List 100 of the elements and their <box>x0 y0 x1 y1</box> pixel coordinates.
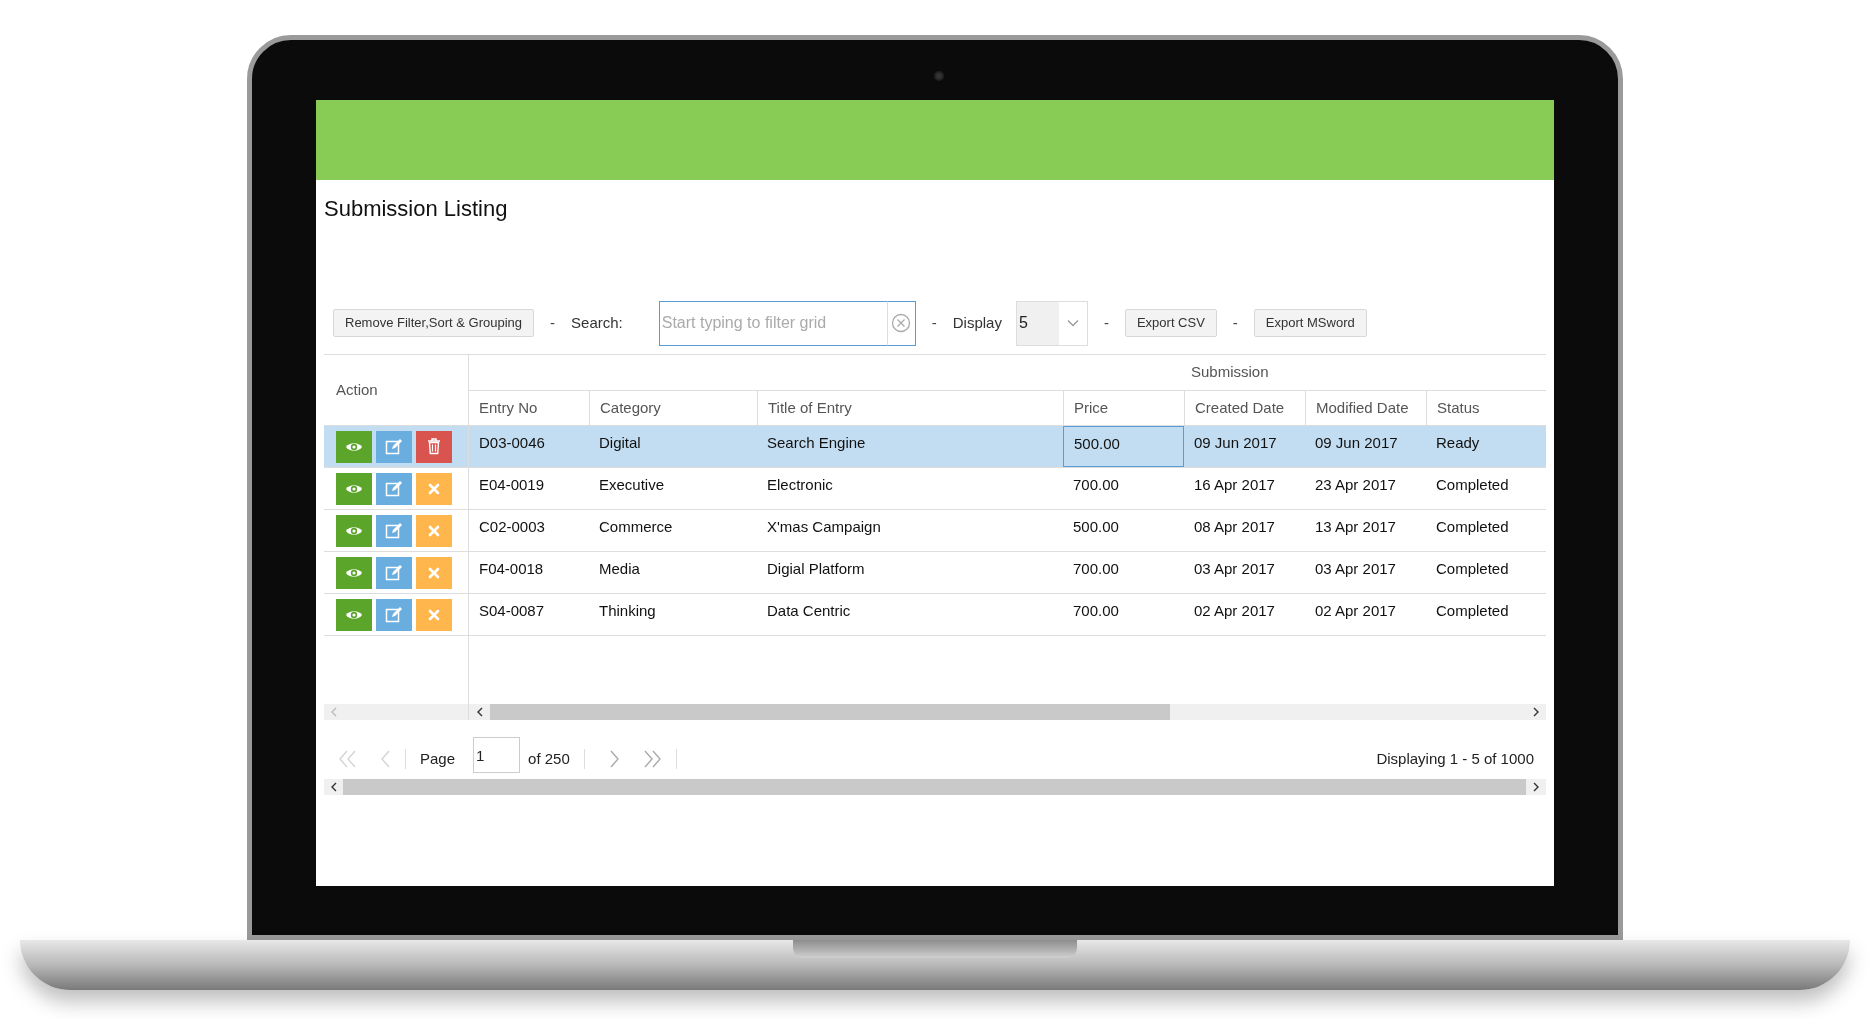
column-header[interactable]: Status <box>1426 391 1546 425</box>
edit-button[interactable] <box>376 472 412 505</box>
page-summary: Displaying 1 - 5 of 1000 <box>1376 748 1535 769</box>
table-cell-text: 700.00 <box>1072 601 1120 621</box>
table-cell-text: 700.00 <box>1072 559 1120 579</box>
clear-icon <box>891 313 912 333</box>
table-cell-text: Commerce <box>598 517 674 537</box>
table-cell-text: Completed <box>1435 517 1510 537</box>
table-cell-text: 23 Apr 2017 <box>1314 475 1397 495</box>
toolbar-button[interactable]: Export MSword <box>1253 309 1367 337</box>
separator-dash: - <box>1102 312 1110 333</box>
table-cell-text: 03 Apr 2017 <box>1314 559 1397 579</box>
horizontal-scrollbar[interactable] <box>469 704 1546 720</box>
edit-button[interactable] <box>376 514 412 547</box>
table-cell: 500.00 <box>1063 426 1184 467</box>
toolbar-button[interactable]: Export CSV <box>1124 309 1217 337</box>
separator-dash: - <box>549 312 557 333</box>
scroll-left-icon <box>329 782 338 792</box>
scroll-right-icon <box>1532 707 1540 717</box>
field-label: Display <box>952 312 1002 333</box>
separator-dash: - <box>930 312 938 333</box>
previous-page-icon <box>380 750 391 768</box>
table-cell-text: 02 Apr 2017 <box>1314 601 1397 621</box>
edit-button[interactable] <box>376 556 412 589</box>
horizontal-scrollbar[interactable] <box>324 704 468 720</box>
table-cell-text: Ready <box>1435 433 1481 453</box>
table-cell-text: Completed <box>1435 559 1510 579</box>
search-field[interactable]: Start typing to filter grid <box>658 300 887 346</box>
view-button[interactable] <box>336 472 372 505</box>
column-header[interactable]: Title of Entry <box>757 391 1063 425</box>
table-row[interactable]: D03-0046 Digital Search Engine 500.00 09 Jun 2017 09 Jun 2017 Ready <box>469 426 1546 468</box>
column-header[interactable]: Entry No <box>469 391 589 425</box>
view-button[interactable] <box>336 598 372 631</box>
table-cell-text: 09 Jun 2017 <box>1193 433 1278 453</box>
page-title: Submission Listing <box>324 195 508 223</box>
edit-button[interactable] <box>376 430 412 463</box>
table-cell-text: Thinking <box>598 601 657 621</box>
edit-icon <box>385 564 403 581</box>
scroll-left-icon <box>475 707 484 717</box>
table-cell-text: F04-0018 <box>478 559 545 579</box>
table-cell-text: Media <box>598 559 641 579</box>
view-button[interactable] <box>336 514 372 547</box>
table-cell-text: Search Engine <box>766 433 867 453</box>
field-label: Search: <box>571 312 623 333</box>
page-label: Page <box>420 748 456 769</box>
table-cell-text: Completed <box>1435 601 1510 621</box>
column-header[interactable]: Created Date <box>1184 391 1305 425</box>
cancel-button[interactable] <box>416 598 452 631</box>
table-cell-text: 500.00 <box>1072 517 1120 537</box>
cancel-button[interactable] <box>416 472 452 505</box>
edit-button[interactable] <box>376 598 412 631</box>
edit-icon <box>385 606 403 623</box>
close-icon <box>428 482 440 495</box>
column-header: Action <box>336 379 378 400</box>
table-cell-text: Completed <box>1435 475 1510 495</box>
page-input[interactable]: 1 <box>473 737 521 773</box>
delete-button[interactable] <box>416 430 452 463</box>
table-cell-text: 08 Apr 2017 <box>1193 517 1276 537</box>
cancel-button[interactable] <box>416 556 452 589</box>
table-cell-text: 13 Apr 2017 <box>1314 517 1397 537</box>
scrollbar-thumb[interactable] <box>490 704 1170 720</box>
scroll-left-icon <box>330 707 338 717</box>
table-cell-text: E04-0019 <box>478 475 546 495</box>
close-icon <box>428 524 440 537</box>
separator-dash: - <box>1231 312 1239 333</box>
close-icon <box>428 608 440 621</box>
table-cell-text: 02 Apr 2017 <box>1193 601 1276 621</box>
table-cell-text: 700.00 <box>1072 475 1120 495</box>
table-cell-text: 03 Apr 2017 <box>1193 559 1276 579</box>
column-header[interactable]: Modified Date <box>1305 391 1426 425</box>
column-header[interactable]: Category <box>589 391 757 425</box>
page-count: of 250 <box>528 748 570 769</box>
trash-icon <box>427 438 441 455</box>
camera-icon <box>934 71 944 81</box>
table-cell-text: 16 Apr 2017 <box>1193 475 1276 495</box>
table-cell-text: Data Centric <box>766 601 852 621</box>
display-select[interactable]: 5 <box>1015 300 1088 346</box>
table-cell-text: D03-0046 <box>478 433 546 453</box>
next-page-icon <box>608 750 620 768</box>
view-button[interactable] <box>336 430 372 463</box>
edit-icon <box>385 480 403 497</box>
table-cell-text: Digital <box>598 433 642 453</box>
table-row[interactable] <box>324 426 468 468</box>
cancel-button[interactable] <box>416 514 452 547</box>
toolbar-button[interactable]: Remove Filter,Sort & Grouping <box>333 309 535 337</box>
last-page-icon <box>643 750 662 768</box>
group-header: Submission <box>1191 362 1269 383</box>
caret-icon <box>1066 319 1079 327</box>
close-icon <box>428 566 440 579</box>
table-cell-text: Electronic <box>766 475 834 495</box>
table-cell-text: X'mas Campaign <box>766 517 882 537</box>
column-header[interactable]: Price <box>1063 391 1184 425</box>
table-cell-text: 09 Jun 2017 <box>1314 433 1399 453</box>
table-cell-text: S04-0087 <box>478 601 546 621</box>
first-page-icon <box>338 750 356 768</box>
table-cell-text: Executive <box>598 475 666 495</box>
table-cell-text: C02-0003 <box>478 517 546 537</box>
scroll-right-icon <box>1532 782 1540 792</box>
edit-icon <box>385 522 403 539</box>
view-button[interactable] <box>336 556 372 589</box>
